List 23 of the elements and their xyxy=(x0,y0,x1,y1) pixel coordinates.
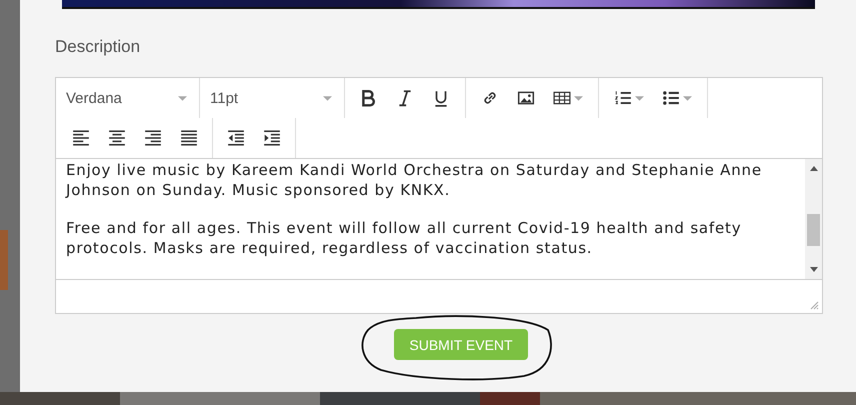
paragraph: Free and for all ages. This event will follow all current Covid-19 health and safety protocols. Masks are required, regardless of vaccination status. xyxy=(66,218,742,258)
align-center-icon xyxy=(108,129,126,147)
scroll-thumb[interactable] xyxy=(807,214,820,246)
font-select[interactable]: Verdana xyxy=(56,78,200,118)
indent-icon xyxy=(263,129,281,147)
align-right-icon xyxy=(144,129,162,147)
numbered-list-icon xyxy=(614,89,632,107)
scroll-up-icon[interactable] xyxy=(810,166,818,171)
table-icon xyxy=(553,89,571,107)
field-label: Description xyxy=(55,37,142,57)
resize-handle-icon[interactable] xyxy=(810,301,819,310)
scroll-down-icon[interactable] xyxy=(810,267,818,272)
align-left-icon xyxy=(72,129,90,147)
bold-icon xyxy=(360,89,378,107)
caret-icon xyxy=(323,96,332,100)
size-select[interactable]: 11pt xyxy=(200,78,345,118)
caret-icon xyxy=(178,96,187,100)
scrollbar[interactable] xyxy=(805,159,822,279)
paragraph: Enjoy live music by Kareem Kandi World Orchestra on Saturday and Stephanie Anne Johnson on Sunday. Music sponsored by KNKX. xyxy=(66,160,763,200)
justify-icon xyxy=(180,129,198,147)
image-icon xyxy=(517,89,535,107)
bullet-list-icon xyxy=(662,89,680,107)
outdent-icon xyxy=(227,129,245,147)
